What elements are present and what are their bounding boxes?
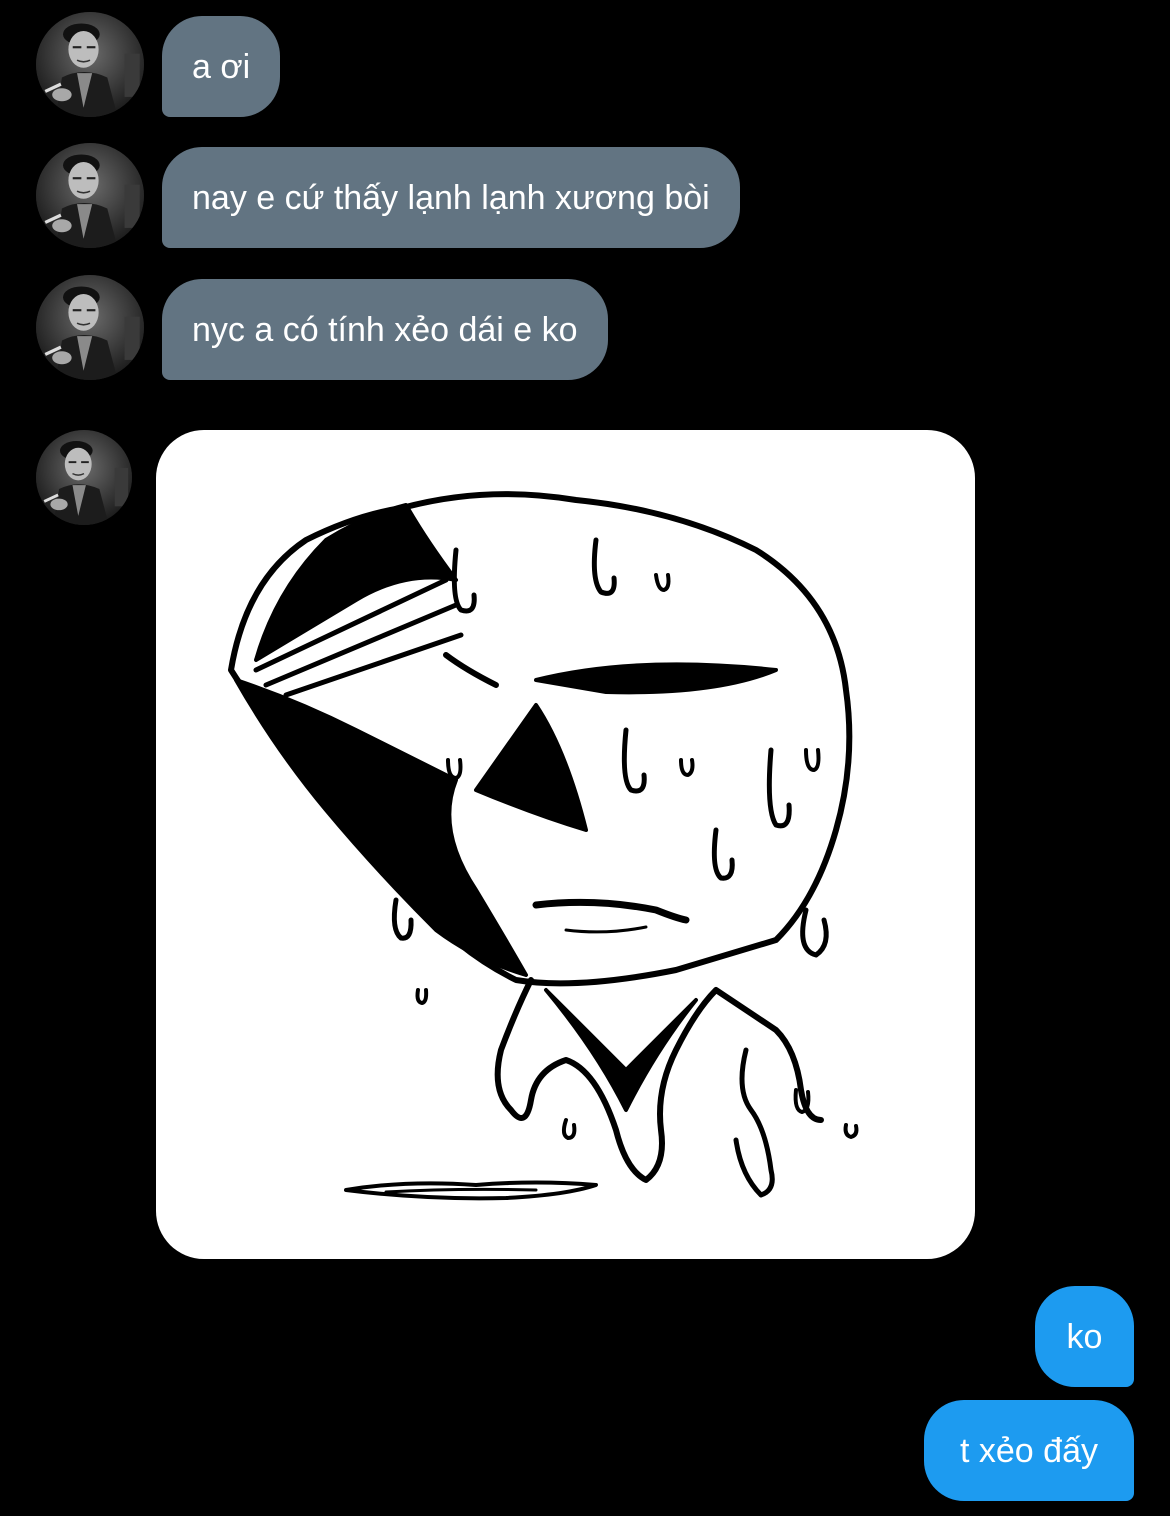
message-text: nay e cứ thấy lạnh lạnh xương bòi: [192, 178, 710, 217]
sender-avatar[interactable]: [36, 430, 132, 525]
profile-photo-avatar: [36, 12, 144, 117]
outgoing-message[interactable]: ko: [1035, 1286, 1134, 1387]
profile-photo-avatar: [36, 143, 144, 248]
outgoing-message[interactable]: t xẻo đấy: [924, 1400, 1134, 1501]
sweating-face-sketch-icon: [228, 491, 859, 1201]
image-message[interactable]: [156, 430, 975, 1259]
sender-avatar[interactable]: [36, 143, 144, 248]
sender-avatar[interactable]: [36, 12, 144, 117]
message-text: a ơi: [192, 47, 251, 86]
incoming-message[interactable]: a ơi: [162, 16, 281, 117]
sender-avatar[interactable]: [36, 275, 144, 380]
message-text: nyc a có tính xẻo dái e ko: [192, 310, 578, 349]
incoming-message[interactable]: nyc a có tính xẻo dái e ko: [162, 279, 608, 380]
message-text: ko: [1066, 1317, 1103, 1356]
profile-photo-avatar: [36, 430, 132, 525]
incoming-message[interactable]: nay e cứ thấy lạnh lạnh xương bòi: [162, 147, 740, 248]
message-text: t xẻo đấy: [960, 1431, 1098, 1470]
profile-photo-avatar: [36, 275, 144, 380]
